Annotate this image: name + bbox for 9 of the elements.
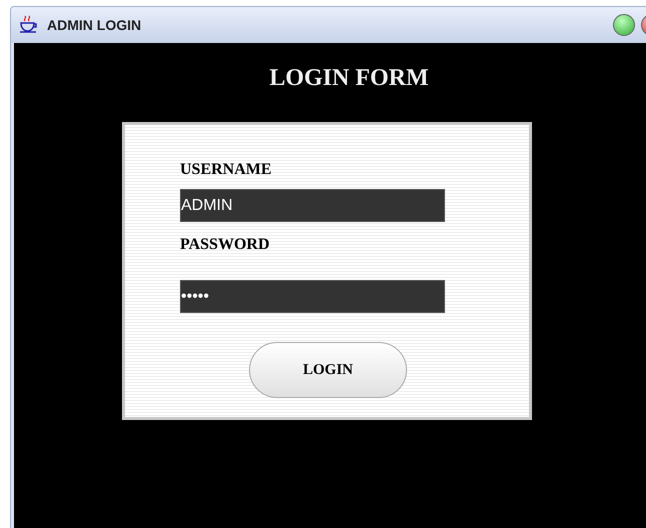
form-heading: LOGIN FORM [268, 65, 430, 92]
coffee-cup-icon [19, 15, 37, 35]
input-field[interactable]: ADMIN [180, 189, 445, 222]
maximize-button[interactable] [613, 14, 635, 36]
window-title: ADMIN LOGIN [47, 17, 142, 33]
input-field[interactable]: ••••• [180, 280, 445, 313]
field-label: PASSWORD [180, 236, 270, 254]
field-label: USERNAME [180, 161, 273, 179]
login-button[interactable]: LOGIN [249, 342, 407, 398]
